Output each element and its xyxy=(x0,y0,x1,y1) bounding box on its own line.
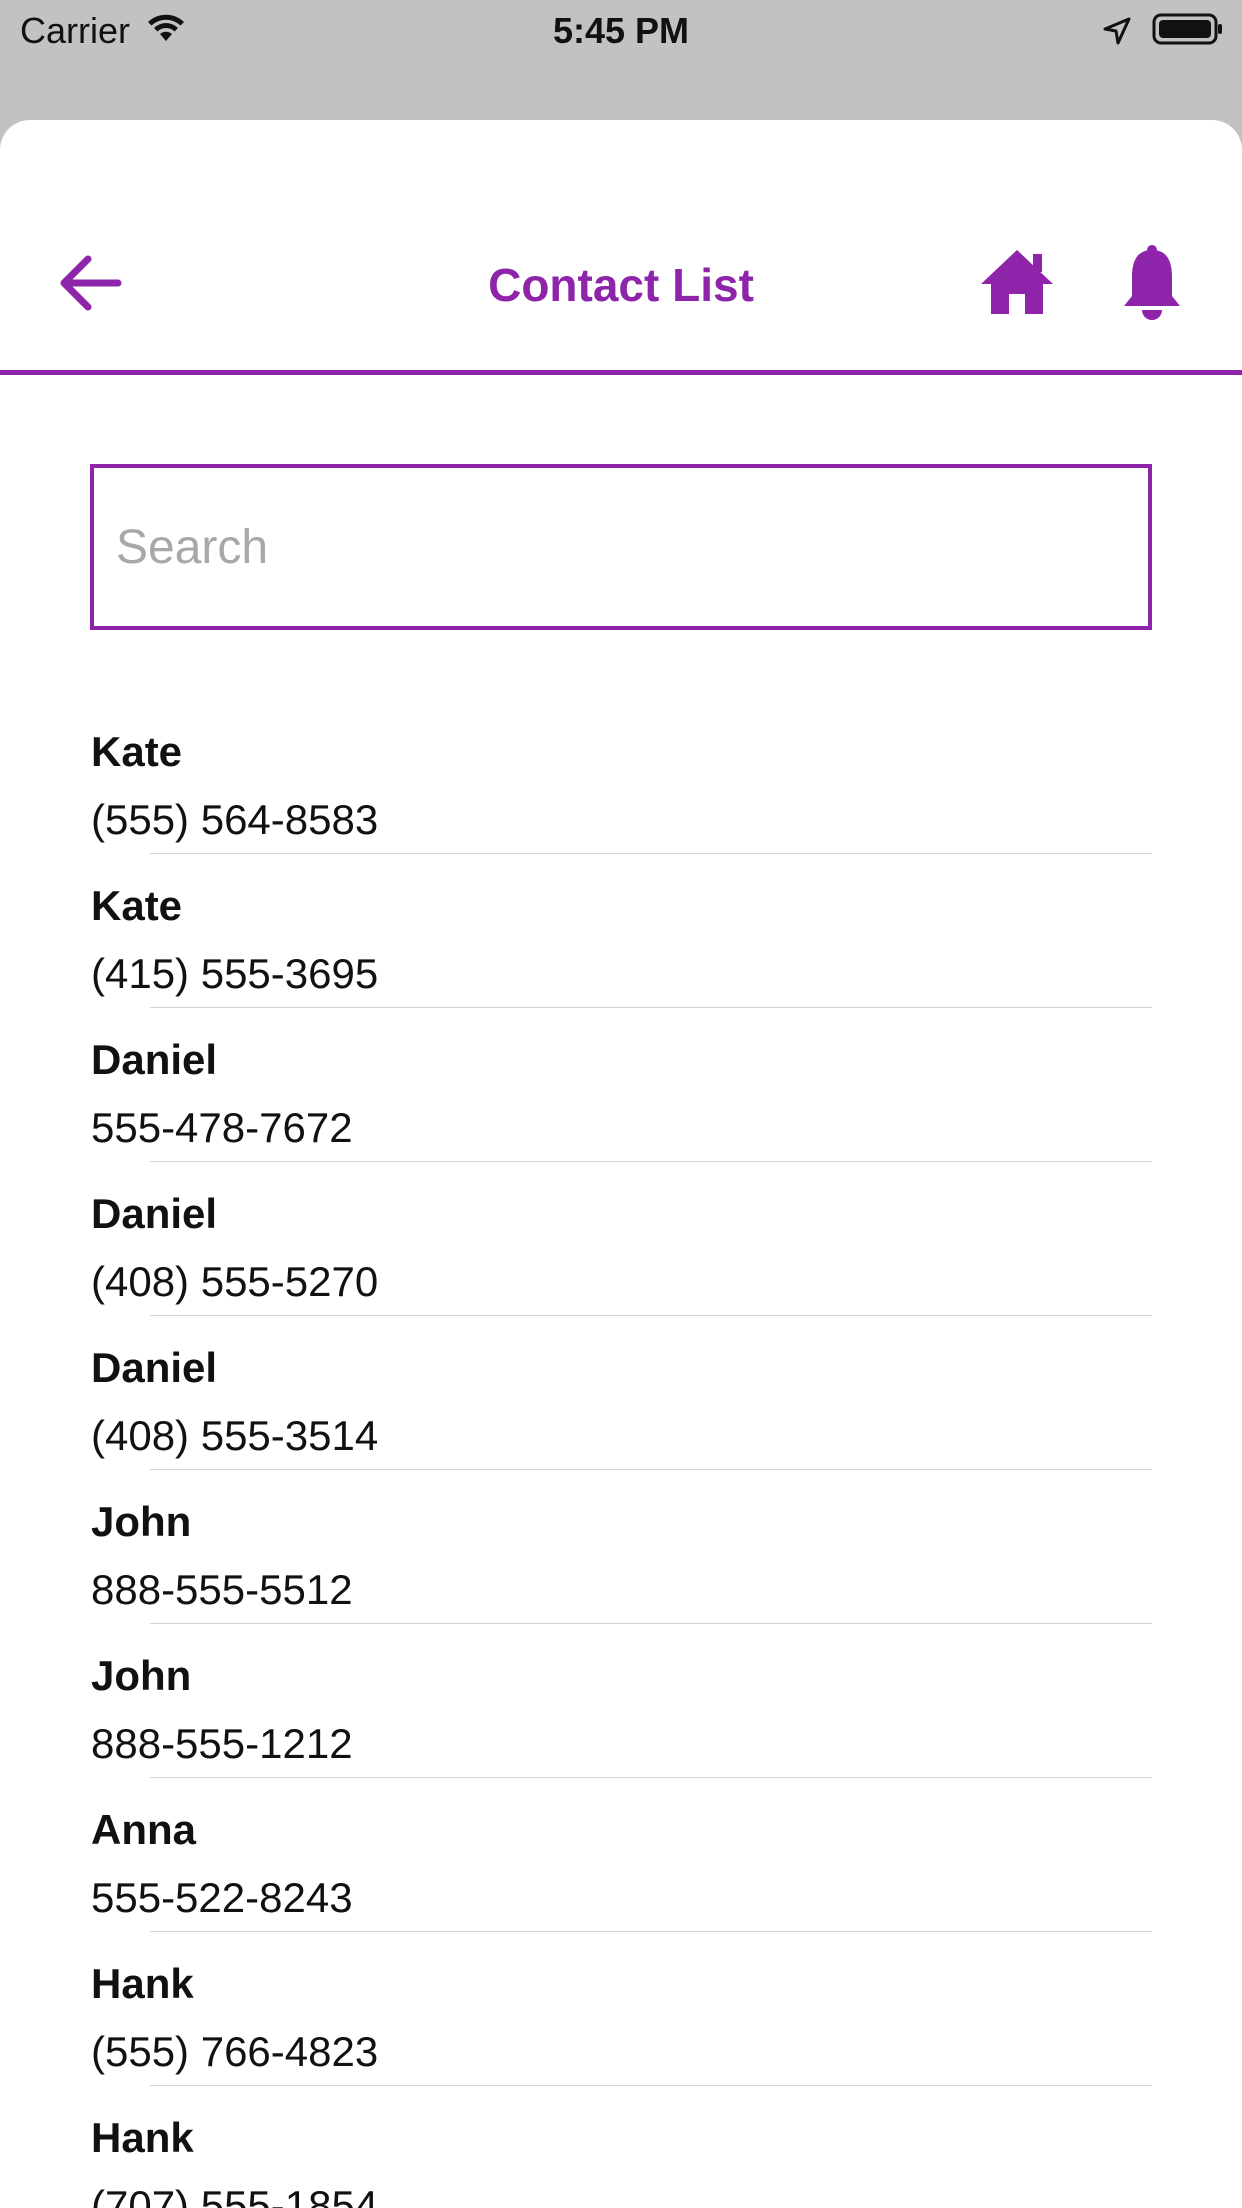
contact-row[interactable]: Daniel (408) 555-3514 xyxy=(0,1316,1242,1470)
contact-list-sheet: Contact List Kate(555) 564-8583Kate(415) xyxy=(0,120,1242,2208)
contact-phone: (707) 555-1854 xyxy=(91,2182,379,2208)
contact-name: Hank xyxy=(91,2114,194,2161)
home-icon xyxy=(979,248,1055,321)
home-button[interactable] xyxy=(975,244,1059,324)
status-time: 5:45 PM xyxy=(552,10,690,51)
contact-row[interactable]: John 888-555-1212 xyxy=(0,1624,1242,1778)
contact-row[interactable]: Daniel (408) 555-5270 xyxy=(0,1162,1242,1316)
contact-row[interactable]: Hank (555) 766-4823 xyxy=(0,1932,1242,2086)
status-right-icons xyxy=(1102,12,1224,55)
contact-name: Daniel xyxy=(91,1190,218,1237)
contact-phone: (555) 564-8583 xyxy=(91,796,379,843)
contact-name: Hank xyxy=(91,1960,194,2007)
contact-phone: 888-555-5512 xyxy=(91,1566,353,1613)
bell-icon xyxy=(1120,244,1184,327)
contact-row[interactable]: Hank (707) 555-1854 xyxy=(0,2086,1242,2208)
search-input[interactable] xyxy=(94,468,1148,626)
contact-name: John xyxy=(91,1652,192,1699)
contact-row[interactable]: Daniel 555-478-7672 xyxy=(0,1008,1242,1162)
contact-list: Kate (555) 564-8583 Kate (415) 555-3695 Dani… xyxy=(0,700,1242,2208)
contact-phone: 555-478-7672 xyxy=(91,1104,353,1151)
contact-name: Daniel xyxy=(91,1344,218,1391)
contact-row[interactable]: John 888-555-5512 xyxy=(0,1470,1242,1624)
contact-phone: (415) 555-3695 xyxy=(91,950,379,997)
contact-name: Kate xyxy=(91,882,183,929)
contact-row[interactable]: Kate (555) 564-8583 xyxy=(0,700,1242,854)
contact-row[interactable]: Kate (415) 555-3695 xyxy=(0,854,1242,1008)
location-arrow-icon xyxy=(1102,13,1132,55)
navigation-bar: Contact List xyxy=(0,120,1242,375)
notifications-button[interactable] xyxy=(1117,242,1187,328)
contact-name: John xyxy=(91,1498,192,1545)
contact-phone: 888-555-1212 xyxy=(91,1720,353,1767)
contact-phone: (408) 555-3514 xyxy=(91,1412,379,1459)
contact-row[interactable]: Anna 555-522-8243 xyxy=(0,1778,1242,1932)
contact-name: Daniel xyxy=(91,1036,218,1083)
search-box xyxy=(90,464,1152,630)
contact-name: Anna xyxy=(91,1806,196,1853)
battery-icon xyxy=(1152,12,1224,55)
contact-name: Kate xyxy=(91,728,183,775)
contact-phone: (555) 766-4823 xyxy=(91,2028,379,2075)
status-bar: Carrier 5:45 PM xyxy=(0,0,1242,62)
contact-phone: (408) 555-5270 xyxy=(91,1258,379,1305)
contact-phone: 555-522-8243 xyxy=(91,1874,353,1921)
